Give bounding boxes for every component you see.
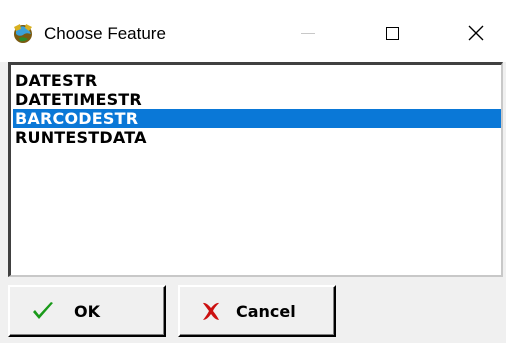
cancel-button[interactable]: Cancel <box>178 285 336 337</box>
title-bar[interactable]: Choose Feature <box>0 0 506 62</box>
minimize-icon <box>301 32 315 34</box>
maximize-button[interactable] <box>362 12 422 54</box>
maximize-icon <box>385 26 399 40</box>
checkmark-icon <box>33 302 53 319</box>
list-item-barcodestr[interactable]: BARCODESTR <box>13 109 501 128</box>
window-title: Choose Feature <box>44 24 166 43</box>
minimize-button[interactable] <box>278 12 338 54</box>
feature-listbox[interactable]: DATESTR DATETIMESTR BARCODESTR RUNTESTDA… <box>8 62 503 277</box>
list-item-runtestdata[interactable]: RUNTESTDATA <box>13 128 501 147</box>
choose-feature-dialog: Choose Feature DATESTR DATETIMESTR BARCO… <box>0 0 506 343</box>
ok-button-label: OK <box>74 301 100 321</box>
x-icon <box>203 302 219 320</box>
close-icon <box>468 25 484 41</box>
cancel-button-label: Cancel <box>236 301 296 321</box>
list-item-datetimestr[interactable]: DATETIMESTR <box>13 90 501 109</box>
list-item-datestr[interactable]: DATESTR <box>13 71 501 90</box>
close-button[interactable] <box>446 12 506 54</box>
feature-list: DATESTR DATETIMESTR BARCODESTR RUNTESTDA… <box>13 71 501 147</box>
app-globe-icon <box>11 21 35 45</box>
ok-button[interactable]: OK <box>8 285 166 337</box>
